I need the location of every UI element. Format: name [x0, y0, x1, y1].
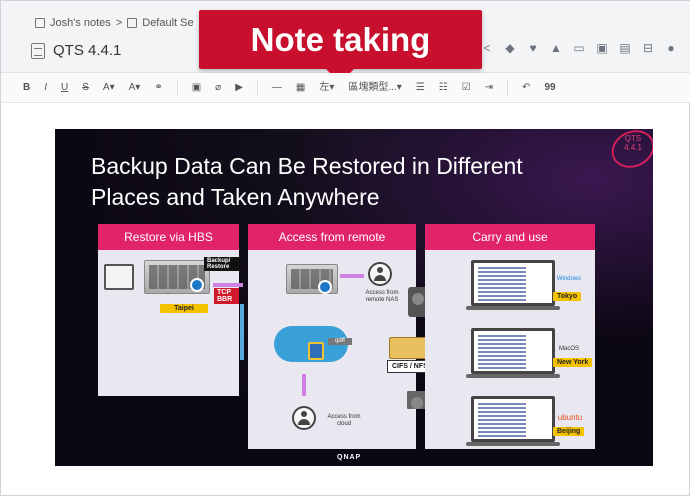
- panel-restore-hbs: Restore via HBS Backup/ Restore TCP BBR …: [98, 224, 243, 396]
- nas-access-arrow: [340, 274, 364, 278]
- note-taking-banner: Note taking: [199, 10, 482, 83]
- macos-label: MacOS: [558, 346, 579, 352]
- nas-to-cloud-arrow: [240, 304, 244, 360]
- title-row: QTS 4.4.1: [31, 42, 121, 59]
- share-icon[interactable]: <: [481, 42, 493, 54]
- panel-title: Carry and use: [425, 224, 595, 250]
- panel-carry-use: Carry and use Windows Tokyo MacOS New Yo…: [425, 224, 595, 449]
- slide-heading-line1: Backup Data Can Be Restored in Different: [91, 153, 523, 179]
- laptop-beijing-icon: [466, 396, 560, 446]
- attachment-icon[interactable]: ⌀: [215, 80, 221, 96]
- section-icon: [127, 18, 138, 28]
- tokyo-label: Tokyo: [553, 292, 582, 301]
- breadcrumb-section[interactable]: Default Se: [142, 17, 193, 29]
- embedded-slide-image: QTS 4.4.1 Backup Data Can Be Restored in…: [55, 129, 653, 466]
- quote-button[interactable]: 99: [544, 80, 555, 96]
- app-window: Josh's notes > Default Se QTS 4.4.1 < ◆ …: [0, 0, 690, 496]
- tag-icon[interactable]: ◆: [504, 42, 516, 54]
- undo-icon[interactable]: ↶: [522, 80, 530, 96]
- ubuntu-label: ubuntu: [557, 413, 583, 422]
- cloud-access-arrow: [302, 374, 306, 396]
- strikethrough-button[interactable]: S: [82, 80, 89, 96]
- panel-title: Access from remote: [248, 224, 416, 250]
- beijing-label: Beijing: [553, 427, 585, 436]
- numbered-list-icon[interactable]: ☷: [439, 80, 448, 96]
- note-station-icon[interactable]: ▣: [596, 42, 608, 54]
- align-dropdown[interactable]: 左▾: [319, 80, 334, 96]
- format-toolbar: B I U S A▾ A▾ ⚭ ▣ ⌀ ▶ — ▦ 左▾ 區塊類型...▾ ☰ …: [1, 73, 690, 103]
- link-icon[interactable]: ⚭: [154, 80, 162, 96]
- lock-icon[interactable]: ▲: [550, 42, 562, 54]
- page-title[interactable]: QTS 4.4.1: [53, 42, 121, 59]
- windows-label: Windows: [556, 276, 582, 282]
- restore-arrow: [213, 283, 243, 287]
- tcp-bbr-tag: TCP BBR: [214, 288, 239, 304]
- heart-icon[interactable]: ♥: [527, 42, 539, 54]
- newyork-label: New York: [553, 358, 593, 367]
- info-icon[interactable]: ●: [665, 42, 677, 54]
- slide-heading: Backup Data Can Be Restored in Different…: [91, 151, 611, 213]
- block-type-dropdown[interactable]: 區塊類型...▾: [348, 80, 401, 96]
- note-icon: [31, 42, 45, 59]
- image-icon[interactable]: ▣: [192, 80, 201, 96]
- notebook-icon: [35, 18, 45, 28]
- taipei-label: Taipei: [160, 304, 208, 313]
- screen-content: [478, 267, 526, 301]
- underline-button[interactable]: U: [61, 80, 68, 96]
- toolbar-divider: [507, 80, 509, 95]
- screen-content: [478, 403, 526, 437]
- breadcrumb: Josh's notes > Default Se: [35, 17, 194, 29]
- bold-button[interactable]: B: [23, 80, 30, 96]
- access-cloud-label: Access from cloud: [327, 414, 361, 427]
- slideshow-icon[interactable]: ▭: [573, 42, 585, 54]
- laptop-newyork-icon: [466, 328, 560, 378]
- highlight-color-button[interactable]: A▾: [129, 80, 141, 96]
- youtube-icon[interactable]: ▶: [235, 80, 243, 96]
- chat-icon[interactable]: ▤: [619, 42, 631, 54]
- indent-icon[interactable]: ⇥: [485, 80, 493, 96]
- breadcrumb-separator: >: [115, 17, 123, 29]
- qdff-icon: [318, 280, 332, 294]
- backup-restore-tag: Backup/ Restore: [204, 257, 239, 271]
- checkbox-list-icon[interactable]: ☑: [462, 80, 471, 96]
- pc-icon: [104, 264, 134, 290]
- print-icon[interactable]: ⊟: [642, 42, 654, 54]
- access-nas-label: Access from remote NAS: [365, 290, 399, 303]
- cloud-user-icon: [292, 406, 316, 430]
- slide-heading-line2: Places and Taken Anywhere: [91, 184, 380, 210]
- note-actions: < ◆ ♥ ▲ ▭ ▣ ▤ ⊟ ●: [481, 42, 677, 54]
- font-color-button[interactable]: A▾: [103, 80, 115, 96]
- screen-content: [478, 335, 526, 369]
- italic-button[interactable]: I: [44, 80, 47, 96]
- qts-badge: QTS 4.4.1: [624, 134, 642, 152]
- laptop-tokyo-icon: [466, 260, 560, 310]
- breadcrumb-notebook[interactable]: Josh's notes: [50, 17, 111, 29]
- qdff-label: qdff: [328, 338, 352, 345]
- qdff-folder-icon: [308, 342, 324, 360]
- qnap-logo: QNAP: [337, 454, 362, 461]
- bullet-list-icon[interactable]: ☰: [416, 80, 425, 96]
- horizontal-line-icon[interactable]: —: [272, 80, 282, 96]
- toolbar-divider: [176, 80, 178, 95]
- table-icon[interactable]: ▦: [296, 80, 305, 96]
- panel-title: Restore via HBS: [98, 224, 239, 250]
- hbs-icon: [190, 278, 204, 292]
- toolbar-divider: [256, 80, 258, 95]
- remote-user-icon: [368, 262, 392, 286]
